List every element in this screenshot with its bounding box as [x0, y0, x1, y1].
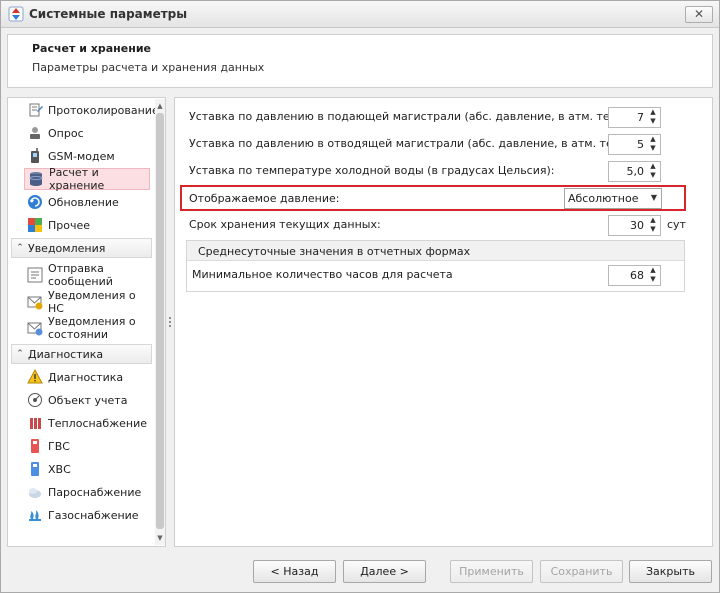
- nav-item-cold-water[interactable]: ХВС: [24, 458, 150, 480]
- display-pressure-label: Отображаемое давление:: [189, 192, 340, 205]
- cold-water-temp-label: Уставка по температуре холодной воды (в …: [189, 164, 555, 177]
- nav-item-gas[interactable]: Газоснабжение: [24, 504, 150, 526]
- daily-values-group: Среднесуточные значения в отчетных форма…: [186, 240, 685, 292]
- close-icon[interactable]: ✕: [685, 6, 713, 23]
- storage-period-label: Срок хранения текущих данных:: [189, 218, 381, 231]
- return-pressure-label: Уставка по давлению в отводящей магистра…: [189, 137, 638, 150]
- group-title: Среднесуточные значения в отчетных форма…: [198, 245, 471, 258]
- other-icon: [28, 218, 42, 232]
- next-button[interactable]: Далее >: [343, 560, 426, 583]
- close-button[interactable]: Закрыть: [629, 560, 712, 583]
- gas-icon: [29, 510, 41, 521]
- settings-nav: Протоколирование Опрос GSM-модем Расчет …: [7, 97, 166, 547]
- warning-icon: [27, 369, 43, 384]
- nav-item-system-status[interactable]: Уведомления о состоянии системы: [24, 314, 150, 354]
- send-message-icon: [27, 267, 43, 283]
- page-title: Расчет и хранение: [32, 42, 151, 55]
- nav-item-emergency-alerts[interactable]: Уведомления о НС: [24, 289, 150, 315]
- group-header: Среднесуточные значения в отчетных форма…: [187, 241, 684, 261]
- nav-item-calc-storage[interactable]: Расчет и хранение: [24, 166, 150, 192]
- page-header: Расчет и хранение Параметры расчета и хр…: [7, 34, 713, 88]
- database-icon: [29, 172, 43, 186]
- min-hours-stepper[interactable]: 68 ▲ ▼: [608, 265, 661, 286]
- settings-window: Системные параметры ✕ Расчет и хранение …: [0, 0, 720, 593]
- back-button[interactable]: < Назад: [253, 560, 336, 583]
- display-pressure-select[interactable]: Абсолютное ▼: [564, 188, 662, 209]
- splitter-handle[interactable]: [168, 317, 172, 329]
- nav-group-diagnostics[interactable]: ⌃ Диагностика: [11, 344, 152, 364]
- spin-arrows-icon[interactable]: ▲ ▼: [647, 135, 659, 154]
- nav-item-send-messages[interactable]: Отправка сообщений: [24, 261, 150, 291]
- nav-item-other[interactable]: Прочее: [24, 214, 150, 236]
- chevron-up-icon: ⌃: [16, 243, 24, 253]
- nav-item-logging[interactable]: Протоколирование: [24, 99, 159, 121]
- nav-scrollbar[interactable]: ▲ ▼: [155, 99, 165, 545]
- hot-water-icon: [31, 439, 39, 453]
- nav-group-notifications[interactable]: ⌃ Уведомления: [11, 238, 152, 258]
- poll-icon: [30, 127, 40, 139]
- supply-pressure-stepper[interactable]: 7 ▲ ▼: [608, 107, 661, 128]
- nav-item-diagnostics[interactable]: Диагностика: [24, 366, 150, 388]
- title-bar: Системные параметры ✕: [1, 1, 719, 28]
- gsm-modem-icon: [31, 148, 39, 163]
- spin-arrows-icon[interactable]: ▲ ▼: [647, 266, 659, 285]
- nav-item-gsm-modem[interactable]: GSM-модем: [24, 145, 150, 167]
- page-subtitle: Параметры расчета и хранения данных: [32, 61, 265, 74]
- scroll-thumb[interactable]: [156, 113, 164, 529]
- steam-icon: [29, 488, 41, 498]
- alert-icon: [27, 296, 43, 310]
- heating-icon: [30, 418, 41, 429]
- update-icon: [28, 195, 42, 209]
- supply-pressure-label: Уставка по давлению в подающей магистрал…: [189, 110, 635, 123]
- nav-item-steam[interactable]: Пароснабжение: [24, 481, 150, 503]
- scroll-down-icon[interactable]: ▼: [156, 533, 164, 543]
- settings-panel: Уставка по давлению в подающей магистрал…: [174, 97, 713, 547]
- apply-button[interactable]: Применить: [450, 560, 533, 583]
- nav-item-heating[interactable]: Теплоснабжение: [24, 412, 150, 434]
- spin-arrows-icon[interactable]: ▲ ▼: [647, 216, 659, 235]
- app-icon: [8, 6, 24, 22]
- spin-arrows-icon[interactable]: ▲ ▼: [647, 108, 659, 127]
- scroll-up-icon[interactable]: ▲: [156, 101, 164, 111]
- min-hours-label: Минимальное количество часов для расчета: [192, 268, 453, 281]
- spin-arrows-icon[interactable]: ▲ ▼: [647, 162, 659, 181]
- object-icon: [28, 393, 42, 407]
- window-title: Системные параметры: [29, 7, 188, 21]
- return-pressure-stepper[interactable]: 5 ▲ ▼: [608, 134, 661, 155]
- log-icon: [29, 103, 43, 117]
- cold-water-icon: [31, 462, 39, 476]
- nav-item-metering-object[interactable]: Объект учета: [24, 389, 150, 411]
- nav-item-hot-water[interactable]: ГВС: [24, 435, 150, 457]
- save-button[interactable]: Сохранить: [540, 560, 623, 583]
- storage-period-unit: сут: [667, 218, 686, 231]
- nav-item-poll[interactable]: Опрос: [24, 122, 150, 144]
- chevron-up-icon: ⌃: [16, 349, 24, 359]
- chevron-down-icon[interactable]: ▼: [651, 193, 657, 202]
- cold-water-temp-stepper[interactable]: 5,0 ▲ ▼: [608, 161, 661, 182]
- system-status-icon: [27, 322, 43, 336]
- nav-item-update[interactable]: Обновление: [24, 191, 150, 213]
- storage-period-stepper[interactable]: 30 ▲ ▼: [608, 215, 661, 236]
